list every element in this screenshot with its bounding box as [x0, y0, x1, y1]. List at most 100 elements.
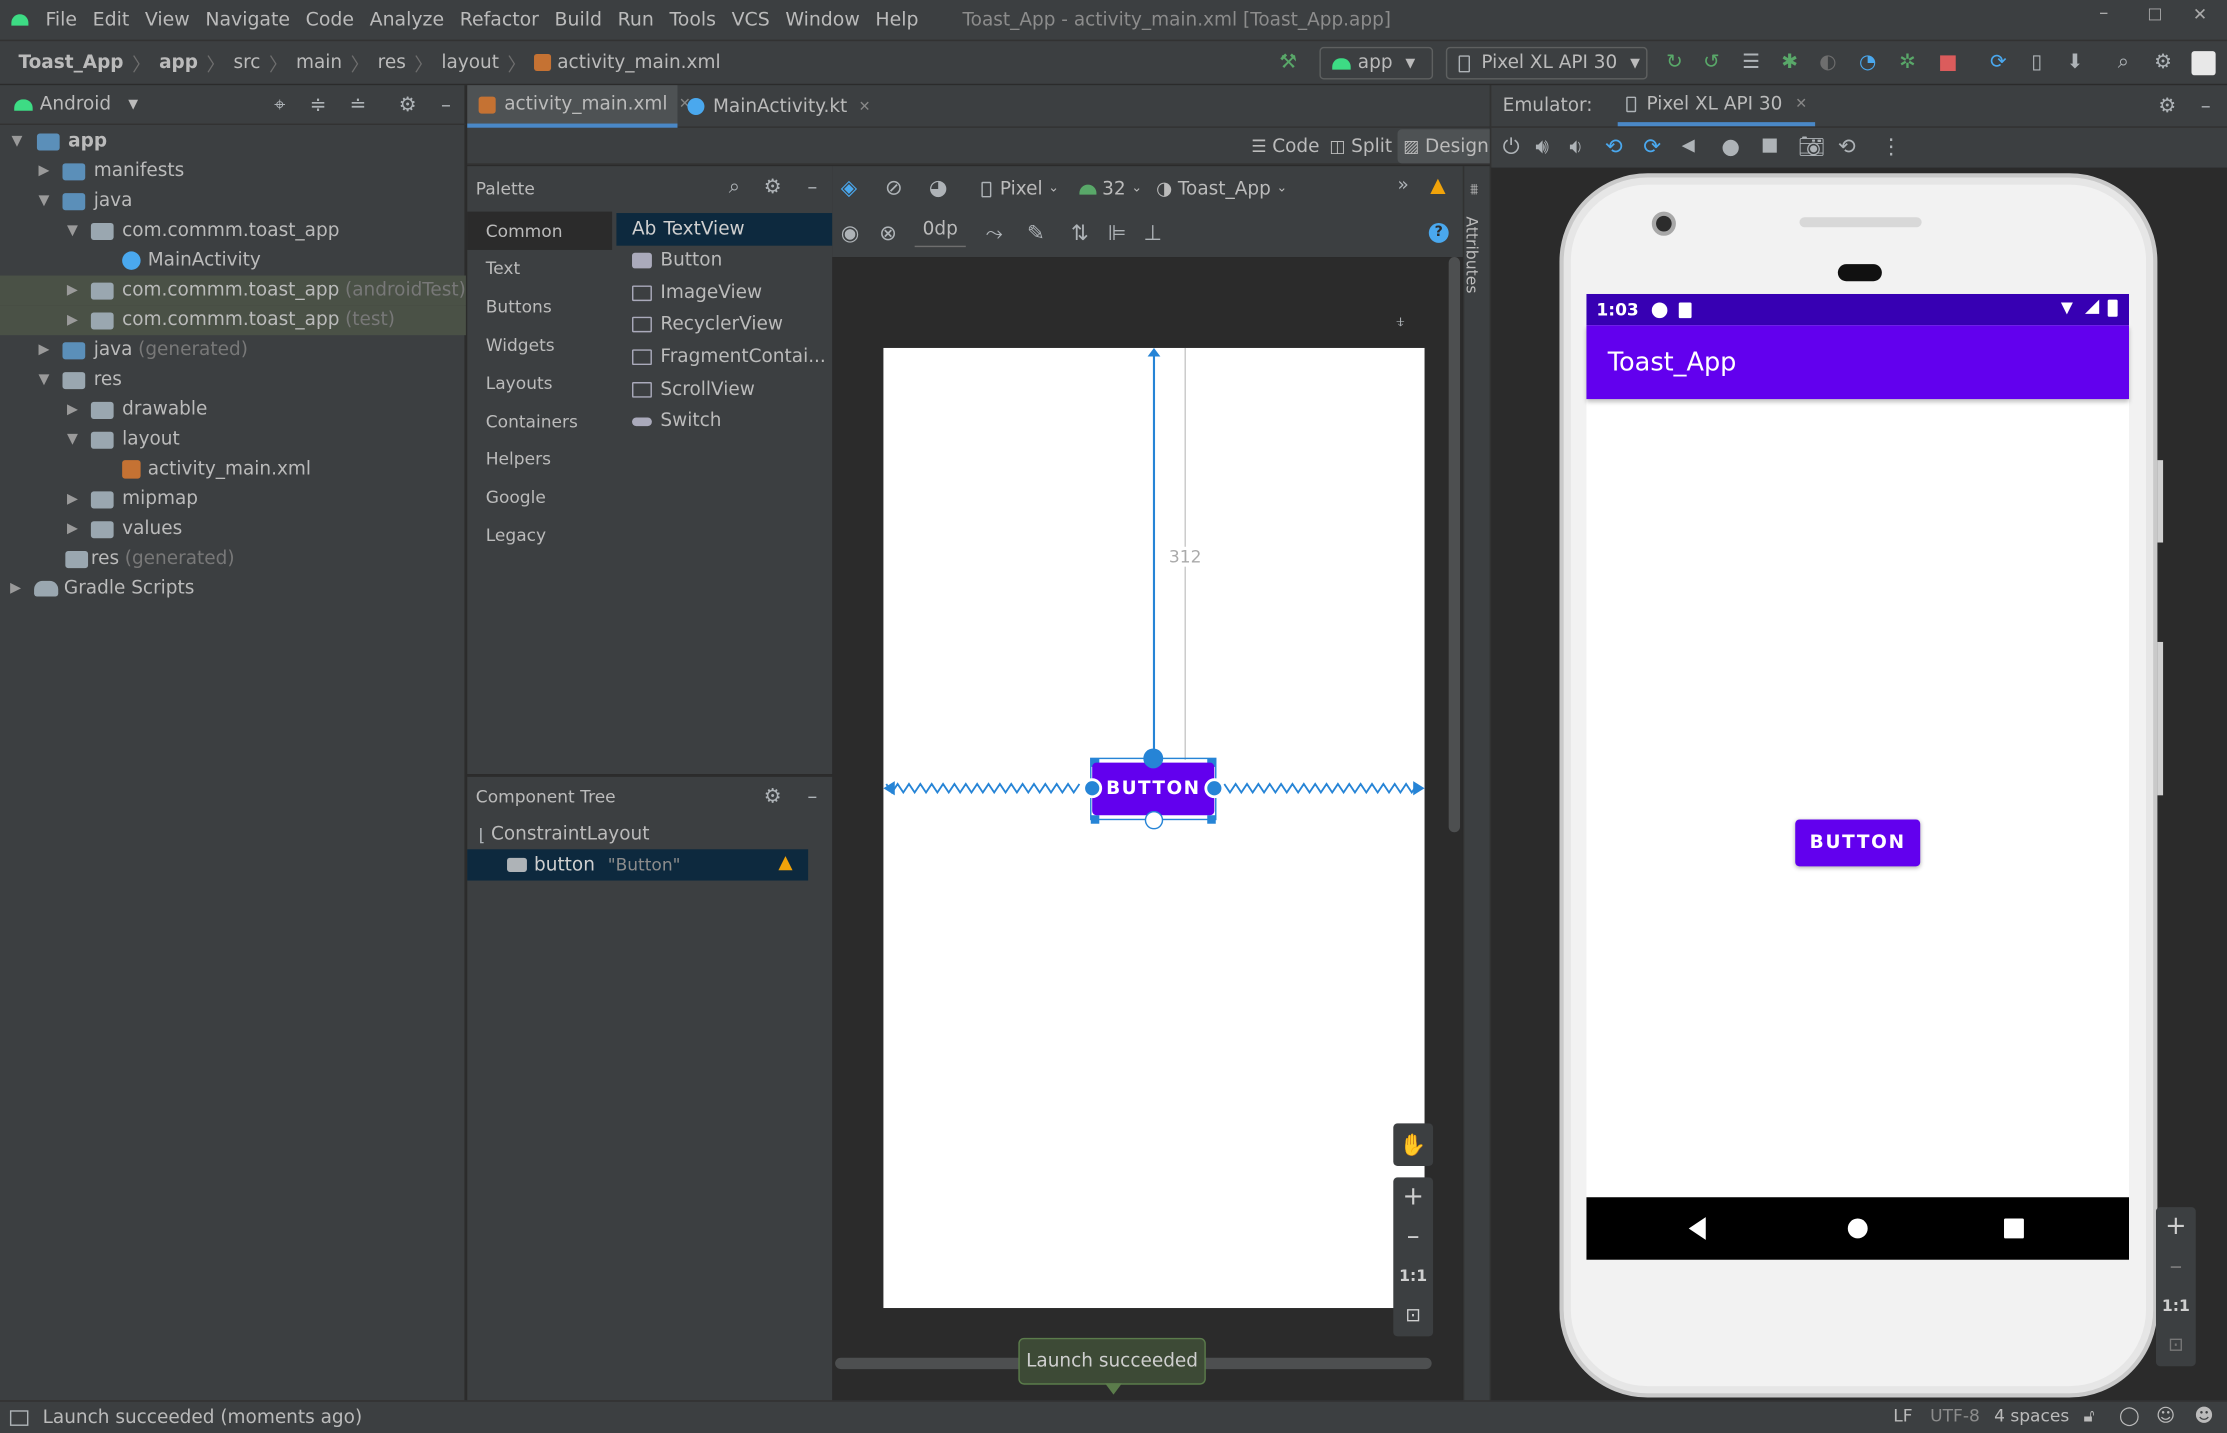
hide-panel-icon[interactable]: –	[797, 172, 828, 203]
phone-side-button[interactable]	[2157, 460, 2164, 543]
chevron-down-icon[interactable]: ▼	[128, 97, 138, 111]
palette-category-containers[interactable]: Containers	[469, 402, 611, 440]
home-icon[interactable]: ●	[1721, 134, 1740, 160]
chevron-down-icon[interactable]: ▼	[34, 372, 54, 388]
back-icon[interactable]: ◀	[1682, 135, 1695, 155]
device-selector[interactable]: Pixel XL API 30 ▼	[1445, 46, 1648, 80]
tree-item-res-generated[interactable]: res (generated)	[0, 544, 466, 574]
emulator-zoom-actual-button[interactable]: 1:1	[2156, 1287, 2196, 1327]
chevron-down-icon[interactable]: ▼	[7, 134, 27, 150]
zoom-actual-size-button[interactable]: 1:1	[1393, 1257, 1433, 1297]
nav-back-icon[interactable]	[1688, 1217, 1706, 1240]
palette-item-button-widget[interactable]: Button	[625, 245, 722, 276]
right-anchor-handle[interactable]	[1204, 778, 1225, 799]
menu-item-run[interactable]: Run	[618, 9, 654, 30]
menu-item-view[interactable]: View	[145, 9, 190, 30]
tree-item-mipmap[interactable]: ▶ mipmap	[0, 484, 466, 514]
sync-project-icon[interactable]: ⟳	[1983, 47, 2014, 78]
vertical-scrollbar[interactable]	[1448, 257, 1461, 833]
menu-item-navigate[interactable]: Navigate	[205, 9, 290, 30]
expand-all-icon[interactable]: ≑	[303, 89, 334, 120]
palette-category-helpers[interactable]: Helpers	[469, 440, 611, 478]
tree-item-package-android-test[interactable]: ▶ com.commm.toast_app (androidTest)	[0, 275, 466, 306]
tree-item-drawable[interactable]: ▶ drawable	[0, 395, 466, 425]
maximize-button[interactable]: □	[2147, 4, 2162, 22]
palette-category-text[interactable]: Text	[469, 250, 611, 288]
infer-constraints-icon[interactable]: ✎	[1027, 220, 1045, 246]
chevron-right-icon[interactable]: ▶	[62, 521, 82, 537]
tree-item-java[interactable]: ▼ java	[0, 186, 466, 216]
emulator-device-tab[interactable]: Pixel XL API 30 ✕	[1618, 85, 1816, 127]
tab-mainactivity-kt[interactable]: MainActivity.kt ✕	[680, 85, 871, 128]
overview-icon[interactable]: ■	[1761, 135, 1778, 156]
warning-icon[interactable]: ▲	[778, 852, 792, 873]
gear-icon[interactable]: ⚙	[392, 89, 423, 120]
clear-constraints-icon[interactable]: ⤳	[986, 220, 1003, 246]
component-button[interactable]: button "Button" ▲	[467, 849, 809, 881]
chevron-down-icon[interactable]: ▼	[34, 193, 54, 209]
phone-side-button[interactable]	[2157, 641, 2164, 796]
api-level-dropdown[interactable]: 32 ⌄	[1079, 176, 1142, 202]
menu-item-code[interactable]: Code	[306, 9, 354, 30]
tree-item-package-main[interactable]: ▼ com.commm.toast_app	[0, 216, 466, 246]
breadcrumb-project[interactable]: Toast_App	[18, 52, 123, 73]
tree-item-app[interactable]: ▼ app	[0, 126, 466, 156]
lock-icon[interactable]: 🔓︎	[2084, 1406, 2095, 1427]
chevron-right-icon[interactable]: ▶	[62, 491, 82, 507]
settings-gear-icon[interactable]: ⚙	[2147, 47, 2178, 78]
rotate-left-icon[interactable]: ⟲	[1605, 134, 1623, 160]
chevron-right-icon[interactable]: ▶	[62, 283, 82, 299]
locate-target-icon[interactable]: ⌖	[264, 89, 295, 120]
view-options-eye-icon[interactable]: ◉	[841, 220, 860, 246]
attributes-strip[interactable]: ⩩ Attributes	[1462, 166, 1490, 1401]
sdk-manager-icon[interactable]: ⬇	[2059, 47, 2090, 78]
breadcrumb-layout[interactable]: layout	[441, 52, 499, 73]
palette-item-recyclerview[interactable]: RecyclerView	[625, 309, 783, 340]
volume-down-icon[interactable]: 🔉︎	[1569, 134, 1582, 160]
menu-item-tools[interactable]: Tools	[669, 9, 716, 30]
palette-item-switch[interactable]: Switch	[625, 406, 721, 437]
palette-category-common[interactable]: Common	[469, 212, 611, 250]
gear-icon[interactable]: ⚙	[2152, 91, 2183, 122]
rotate-right-icon[interactable]: ⟳	[1643, 134, 1661, 160]
autoconnect-icon[interactable]: ⊗	[879, 220, 897, 246]
breadcrumb-main[interactable]: main	[296, 52, 342, 73]
nav-home-icon[interactable]	[1847, 1218, 1868, 1239]
power-icon[interactable]: ⏻	[1503, 134, 1520, 160]
nav-recents-icon[interactable]	[2004, 1218, 2024, 1239]
hide-panel-icon[interactable]: –	[2190, 91, 2221, 122]
emulator-zoom-out-button[interactable]: –	[2156, 1247, 2196, 1287]
profile-icon[interactable]: ◔	[1852, 47, 1883, 78]
menu-item-edit[interactable]: Edit	[93, 9, 130, 30]
chevron-down-icon[interactable]: ▼	[62, 432, 82, 448]
help-icon[interactable]: ?	[1428, 222, 1449, 243]
night-mode-icon[interactable]: ◕	[929, 175, 948, 201]
attach-process-icon[interactable]: ✲	[1892, 47, 1923, 78]
close-tab-icon[interactable]: ✕	[1795, 96, 1807, 112]
run-config-selector[interactable]: app ▼	[1319, 46, 1434, 80]
tree-item-java-generated[interactable]: ▶ java (generated)	[0, 335, 466, 365]
chevron-right-icon[interactable]: ▶	[62, 402, 82, 418]
tool-windows-icon[interactable]	[9, 1409, 29, 1426]
search-icon[interactable]: ⌕	[719, 172, 750, 203]
zoom-fit-button[interactable]: ⊡	[1393, 1297, 1433, 1337]
build-hammer-icon[interactable]: ⚒	[1273, 47, 1304, 78]
palette-category-legacy[interactable]: Legacy	[469, 516, 611, 554]
palette-category-buttons[interactable]: Buttons	[469, 288, 611, 326]
theme-dropdown[interactable]: ◑ Toast_App ⌄	[1156, 176, 1287, 202]
hide-panel-icon[interactable]: –	[797, 781, 828, 812]
hide-panel-icon[interactable]: –	[430, 89, 461, 120]
menu-item-file[interactable]: File	[45, 9, 77, 30]
project-view-selector[interactable]: Android	[40, 94, 111, 115]
palette-item-fragment-container[interactable]: FragmentContai...	[625, 341, 826, 372]
apply-changes-restart-icon[interactable]: ↻	[1659, 47, 1690, 78]
guidelines-icon[interactable]: ⊥	[1143, 220, 1162, 246]
breadcrumb-src[interactable]: src	[234, 52, 261, 73]
stop-icon[interactable]	[1932, 47, 1963, 78]
design-view-button[interactable]: ▨ Design	[1397, 129, 1495, 164]
tree-item-manifests[interactable]: ▶ manifests	[0, 156, 466, 186]
menu-item-build[interactable]: Build	[555, 9, 602, 30]
tree-item-res[interactable]: ▼ res	[0, 365, 466, 395]
pan-tool-button[interactable]: ✋	[1393, 1123, 1434, 1167]
device-manager-icon[interactable]: ▯	[2021, 47, 2052, 78]
